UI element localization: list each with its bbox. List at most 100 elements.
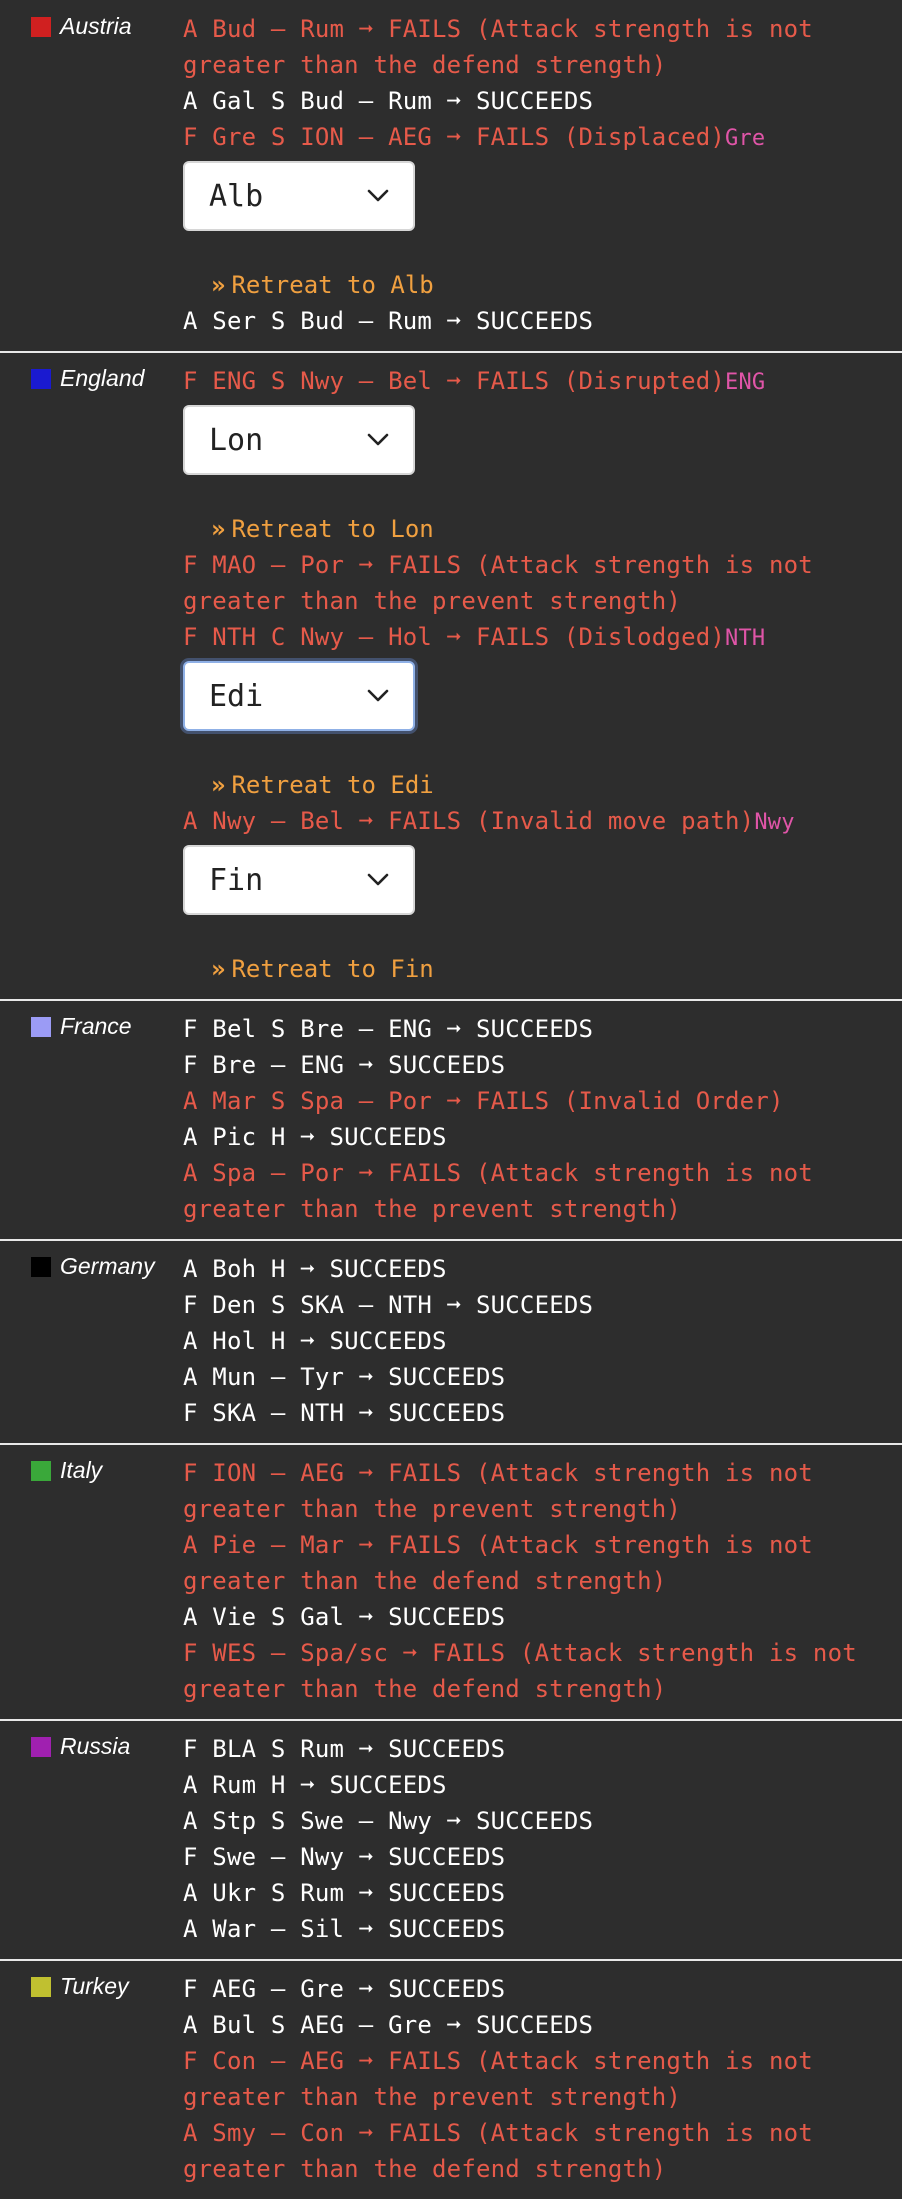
order-text-succeeds: F SKA – NTH ➞ SUCCEEDS: [183, 1399, 506, 1427]
select-value: Edi: [209, 678, 264, 714]
order-row: A Nwy – Bel ➞ FAILS (Invalid move path)N…: [183, 803, 902, 841]
order-text-succeeds: A Boh H ➞ SUCCEEDS: [183, 1255, 447, 1283]
order-text-fails: F Gre S ION – AEG ➞ FAILS (Displaced): [183, 123, 726, 151]
order-row: F BLA S Rum ➞ SUCCEEDS: [183, 1731, 902, 1767]
retreat-block: Edi » Retreat to Edi: [183, 657, 902, 803]
order-row: A Stp S Swe – Nwy ➞ SUCCEEDS: [183, 1803, 902, 1839]
order-text-fails: F WES – Spa/sc ➞ FAILS (Attack strength …: [183, 1639, 872, 1703]
order-row: A Hol H ➞ SUCCEEDS: [183, 1323, 902, 1359]
order-row: A War – Sil ➞ SUCCEEDS: [183, 1911, 902, 1947]
retreat-destination-select[interactable]: Fin: [183, 845, 415, 915]
double-chevron-right-icon: »: [211, 271, 226, 299]
dislodged-province-tag: NTH: [725, 626, 766, 651]
order-row: A Ser S Bud – Rum ➞ SUCCEEDS: [183, 303, 902, 339]
order-text-succeeds: F AEG – Gre ➞ SUCCEEDS: [183, 1975, 506, 2003]
nation-label: Russia: [31, 1733, 130, 1760]
order-row: A Bul S AEG – Gre ➞ SUCCEEDS: [183, 2007, 902, 2043]
order-text-succeeds: A Rum H ➞ SUCCEEDS: [183, 1771, 447, 1799]
orders-list: F AEG – Gre ➞ SUCCEEDS A Bul S AEG – Gre …: [183, 1971, 902, 2187]
orders-list: F BLA S Rum ➞ SUCCEEDS A Rum H ➞ SUCCEEDS…: [183, 1731, 902, 1947]
double-chevron-right-icon: »: [211, 771, 226, 799]
order-row: F MAO – Por ➞ FAILS (Attack strength is …: [183, 547, 902, 619]
order-text-succeeds: A War – Sil ➞ SUCCEEDS: [183, 1915, 506, 1943]
order-text-succeeds: A Bul S AEG – Gre ➞ SUCCEEDS: [183, 2011, 594, 2039]
dislodged-province-tag: Gre: [725, 126, 766, 151]
nation-name: Germany: [60, 1253, 155, 1279]
nation-section-austria: Austria A Bud – Rum ➞ FAILS (Attack stren…: [0, 0, 902, 351]
order-row: F SKA – NTH ➞ SUCCEEDS: [183, 1395, 902, 1431]
order-row: F Swe – Nwy ➞ SUCCEEDS: [183, 1839, 902, 1875]
orders-list: F ENG S Nwy – Bel ➞ FAILS (Disrupted)ENG…: [183, 363, 902, 987]
order-text-succeeds: A Ukr S Rum ➞ SUCCEEDS: [183, 1879, 506, 1907]
order-row: A Smy – Con ➞ FAILS (Attack strength is …: [183, 2115, 902, 2187]
retreat-destination-select[interactable]: Lon: [183, 405, 415, 475]
order-text-fails: F ION – AEG ➞ FAILS (Attack strength is …: [183, 1459, 828, 1523]
order-row: A Ukr S Rum ➞ SUCCEEDS: [183, 1875, 902, 1911]
order-row: F Bel S Bre – ENG ➞ SUCCEEDS: [183, 1011, 902, 1047]
nation-color-swatch: [31, 1976, 51, 1997]
orders-results-list: Austria A Bud – Rum ➞ FAILS (Attack stren…: [0, 0, 902, 2199]
nation-name: Italy: [60, 1457, 103, 1483]
nation-color-swatch: [31, 1016, 51, 1037]
orders-list: F ION – AEG ➞ FAILS (Attack strength is …: [183, 1455, 902, 1707]
order-row: F Con – AEG ➞ FAILS (Attack strength is …: [183, 2043, 902, 2115]
order-text-fails: A Spa – Por ➞ FAILS (Attack strength is …: [183, 1159, 828, 1223]
order-row: A Bud – Rum ➞ FAILS (Attack strength is …: [183, 11, 902, 83]
nation-section-england: England F ENG S Nwy – Bel ➞ FAILS (Disrup…: [0, 351, 902, 999]
retreat-block: Fin » Retreat to Fin: [183, 841, 902, 987]
orders-list: F Bel S Bre – ENG ➞ SUCCEEDS F Bre – ENG …: [183, 1011, 902, 1227]
order-text-succeeds: F Swe – Nwy ➞ SUCCEEDS: [183, 1843, 506, 1871]
order-row: A Rum H ➞ SUCCEEDS: [183, 1767, 902, 1803]
dislodged-province-tag: ENG: [725, 370, 766, 395]
order-row: A Spa – Por ➞ FAILS (Attack strength is …: [183, 1155, 902, 1227]
select-value: Fin: [209, 862, 264, 898]
retreat-note-text: Retreat to Edi: [231, 771, 434, 799]
order-row: F ENG S Nwy – Bel ➞ FAILS (Disrupted)ENG: [183, 363, 902, 401]
order-text-succeeds: A Hol H ➞ SUCCEEDS: [183, 1327, 447, 1355]
nation-color-swatch: [31, 368, 51, 389]
dislodged-province-tag: Nwy: [754, 810, 795, 835]
order-text-succeeds: A Pic H ➞ SUCCEEDS: [183, 1123, 447, 1151]
order-row: A Mun – Tyr ➞ SUCCEEDS: [183, 1359, 902, 1395]
retreat-destination-select[interactable]: Alb: [183, 161, 415, 231]
select-value: Lon: [209, 422, 264, 458]
order-row: A Pie – Mar ➞ FAILS (Attack strength is …: [183, 1527, 902, 1599]
order-row: A Pic H ➞ SUCCEEDS: [183, 1119, 902, 1155]
chevron-down-icon: [367, 189, 389, 202]
order-text-succeeds: A Mun – Tyr ➞ SUCCEEDS: [183, 1363, 506, 1391]
order-row: A Vie S Gal ➞ SUCCEEDS: [183, 1599, 902, 1635]
nation-section-russia: Russia F BLA S Rum ➞ SUCCEEDS A Rum H ➞ SU…: [0, 1719, 902, 1959]
chevron-down-icon: [367, 689, 389, 702]
order-row: A Gal S Bud – Rum ➞ SUCCEEDS: [183, 83, 902, 119]
order-text-fails: A Pie – Mar ➞ FAILS (Attack strength is …: [183, 1531, 828, 1595]
order-row: F Den S SKA – NTH ➞ SUCCEEDS: [183, 1287, 902, 1323]
order-text-fails: A Mar S Spa – Por ➞ FAILS (Invalid Order…: [183, 1087, 784, 1115]
retreat-note: » Retreat to Fin: [183, 951, 902, 987]
double-chevron-right-icon: »: [211, 955, 226, 983]
nation-name: England: [60, 365, 145, 391]
nation-section-italy: Italy F ION – AEG ➞ FAILS (Attack strengt…: [0, 1443, 902, 1719]
retreat-block: Alb » Retreat to Alb: [183, 157, 902, 303]
order-row: A Boh H ➞ SUCCEEDS: [183, 1251, 902, 1287]
chevron-down-icon: [367, 873, 389, 886]
order-text-fails: A Nwy – Bel ➞ FAILS (Invalid move path): [183, 807, 755, 835]
nation-label: Germany: [31, 1253, 155, 1280]
retreat-destination-select[interactable]: Edi: [183, 661, 415, 731]
order-text-fails: F ENG S Nwy – Bel ➞ FAILS (Disrupted): [183, 367, 726, 395]
order-text-fails: F NTH C Nwy – Hol ➞ FAILS (Dislodged): [183, 623, 726, 651]
order-text-succeeds: F BLA S Rum ➞ SUCCEEDS: [183, 1735, 506, 1763]
order-text-succeeds: F Den S SKA – NTH ➞ SUCCEEDS: [183, 1291, 594, 1319]
order-row: F Bre – ENG ➞ SUCCEEDS: [183, 1047, 902, 1083]
order-row: A Mar S Spa – Por ➞ FAILS (Invalid Order…: [183, 1083, 902, 1119]
nation-name: Russia: [60, 1733, 131, 1759]
retreat-note-text: Retreat to Alb: [231, 271, 434, 299]
nation-label: Italy: [31, 1457, 102, 1484]
nation-color-swatch: [31, 1736, 51, 1757]
nation-label: France: [31, 1013, 132, 1040]
order-text-fails: F Con – AEG ➞ FAILS (Attack strength is …: [183, 2047, 828, 2111]
retreat-note: » Retreat to Alb: [183, 267, 902, 303]
nation-color-swatch: [31, 1460, 51, 1481]
retreat-note-text: Retreat to Lon: [231, 515, 434, 543]
order-text-succeeds: F Bre – ENG ➞ SUCCEEDS: [183, 1051, 506, 1079]
nation-color-swatch: [31, 1256, 51, 1277]
